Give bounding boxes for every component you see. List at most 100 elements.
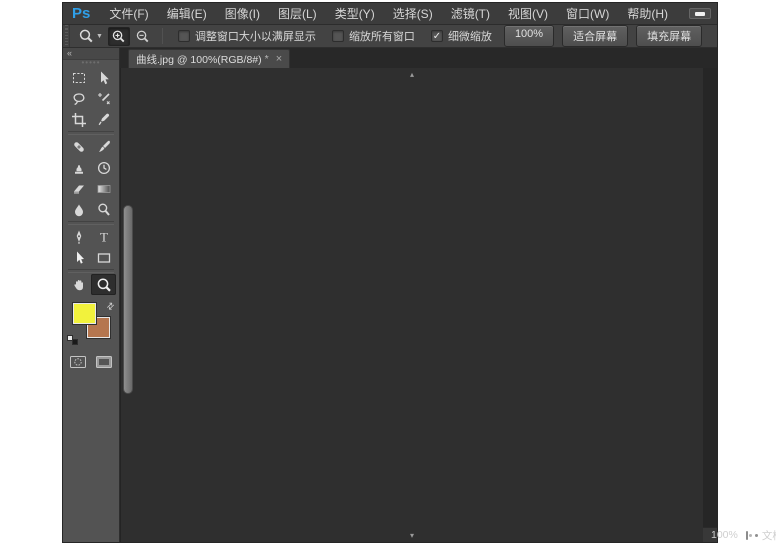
tool-magic-wand[interactable]	[91, 88, 116, 109]
photoshop-window: Ps 文件(F)编辑(E)图像(I)图层(L)类型(Y)选择(S)滤镜(T)视图…	[62, 2, 718, 543]
option-checkbox-label: 细微缩放	[448, 28, 492, 44]
tool-history-brush[interactable]	[91, 157, 116, 178]
scroll-up-icon[interactable]: ▴	[121, 68, 703, 81]
foreground-color-swatch[interactable]	[73, 303, 96, 324]
color-swatches: ⇄	[66, 301, 116, 347]
tool-eraser[interactable]	[66, 178, 91, 199]
option-checkbox-0[interactable]: 调整窗口大小以满屏显示	[178, 28, 316, 44]
menu-item-类型[interactable]: 类型(Y)	[326, 3, 384, 25]
tool-path-selection[interactable]	[66, 247, 91, 268]
tool-lasso[interactable]	[66, 88, 91, 109]
status-bar: 100% 文档:1.21M/1.21M ▶ ◂ ▸	[703, 527, 717, 542]
quick-mask-button[interactable]	[69, 355, 87, 368]
options-buttons: 100% 适合屏幕填充屏幕	[500, 25, 706, 47]
svg-text:T: T	[100, 229, 108, 244]
eraser-icon	[71, 181, 87, 197]
vertical-scroll-thumb[interactable]	[123, 205, 133, 394]
rectangle-shape-icon	[96, 250, 112, 266]
options-bar: ▼ 调整窗口大小以满屏显示 缩放所有窗口 ✓ 细微缩放 100% 适合屏幕填充屏幕	[63, 25, 717, 48]
brush-icon	[96, 139, 112, 155]
type-icon: T	[96, 229, 112, 245]
tool-hand[interactable]	[66, 274, 91, 295]
menu-item-图层[interactable]: 图层(L)	[269, 3, 326, 25]
document-tab[interactable]: 曲线.jpg @ 100%(RGB/8#) * ×	[128, 49, 290, 68]
tool-brush[interactable]	[91, 136, 116, 157]
gradient-icon	[96, 181, 112, 197]
options-checkboxes: 调整窗口大小以满屏显示 缩放所有窗口 ✓ 细微缩放	[170, 28, 500, 44]
tab-close-icon[interactable]: ×	[276, 54, 282, 64]
option-checkbox-label: 调整窗口大小以满屏显示	[195, 28, 316, 44]
menu-item-窗口[interactable]: 窗口(W)	[557, 3, 618, 25]
menu-items: 文件(F)编辑(E)图像(I)图层(L)类型(Y)选择(S)滤镜(T)视图(V)…	[100, 3, 677, 25]
checkbox-checked-icon[interactable]: ✓	[431, 30, 443, 42]
spot-healing-brush-icon	[71, 139, 87, 155]
lasso-icon	[71, 91, 87, 107]
vertical-scrollbar[interactable]: ▴ ▾	[120, 68, 703, 542]
zoom-icon	[96, 277, 112, 293]
status-zoom-level[interactable]: 100%	[703, 529, 746, 541]
menu-item-视图[interactable]: 视图(V)	[499, 3, 557, 25]
menu-item-滤镜[interactable]: 滤镜(T)	[442, 3, 499, 25]
quick-mask-icon	[70, 356, 86, 368]
hand-icon	[71, 277, 87, 293]
tool-eyedropper[interactable]	[91, 109, 116, 130]
menu-item-文件[interactable]: 文件(F)	[100, 3, 157, 25]
swap-colors-icon[interactable]: ⇄	[105, 300, 118, 313]
status-doc-info: 文档:1.21M/1.21M	[762, 528, 776, 543]
tool-clone-stamp[interactable]	[66, 157, 91, 178]
menu-item-选择[interactable]: 选择(S)	[384, 3, 442, 25]
history-brush-icon	[96, 160, 112, 176]
options-button-填充屏幕[interactable]: 填充屏幕	[636, 25, 702, 47]
option-checkbox-2[interactable]: ✓ 细微缩放	[431, 28, 492, 44]
option-checkbox-label: 缩放所有窗口	[349, 28, 415, 44]
zoom-out-icon	[135, 29, 150, 44]
zoom-out-button[interactable]	[132, 27, 154, 46]
tools-grip: •••••	[63, 60, 119, 67]
window-minimize-button[interactable]	[689, 8, 711, 19]
ps-logo: Ps	[63, 5, 100, 22]
chevron-down-icon: ▼	[96, 33, 103, 40]
rectangular-marquee-icon	[71, 70, 87, 86]
tool-dodge[interactable]	[91, 199, 116, 220]
tools-grid: T	[63, 67, 119, 295]
tool-gradient[interactable]	[91, 178, 116, 199]
tool-type[interactable]: T	[91, 226, 116, 247]
document-tab-title: 曲线.jpg @ 100%(RGB/8#)	[136, 52, 262, 67]
menu-item-编辑[interactable]: 编辑(E)	[158, 3, 216, 25]
zoom-in-icon	[111, 29, 126, 44]
modified-marker: *	[265, 53, 269, 65]
tool-move[interactable]	[91, 67, 116, 88]
option-checkbox-1[interactable]: 缩放所有窗口	[332, 28, 415, 44]
default-colors-icon[interactable]	[67, 335, 78, 345]
move-icon	[96, 70, 112, 86]
tools-divider	[68, 131, 114, 135]
tool-pen[interactable]	[66, 226, 91, 247]
dodge-icon	[96, 202, 112, 218]
screen-mode-icon	[96, 356, 112, 368]
options-button-适合屏幕[interactable]: 适合屏幕	[562, 25, 628, 47]
tab-bar: 曲线.jpg @ 100%(RGB/8#) * ×	[120, 48, 717, 68]
tools-divider	[68, 221, 114, 225]
options-separator	[162, 28, 163, 44]
tool-rectangular-marquee[interactable]	[66, 67, 91, 88]
tool-zoom[interactable]	[91, 274, 116, 295]
screen-mode-button[interactable]	[95, 355, 113, 368]
tool-crop[interactable]	[66, 109, 91, 130]
tool-spot-healing-brush[interactable]	[66, 136, 91, 157]
options-grip	[63, 25, 70, 47]
zoom-in-button[interactable]	[108, 27, 130, 46]
checkbox-icon[interactable]	[178, 30, 190, 42]
menu-item-帮助[interactable]: 帮助(H)	[618, 3, 677, 25]
tool-rectangle-shape[interactable]	[91, 247, 116, 268]
menu-item-图像[interactable]: 图像(I)	[216, 3, 269, 25]
document-area: 曲线.jpg @ 100%(RGB/8#) * ×	[120, 48, 717, 542]
checkbox-icon[interactable]	[332, 30, 344, 42]
clone-stamp-icon	[71, 160, 87, 176]
active-tool-preset[interactable]: ▼	[74, 28, 107, 44]
pen-icon	[71, 229, 87, 245]
canvas-pasteboard[interactable]	[703, 68, 717, 527]
scroll-down-icon[interactable]: ▾	[121, 529, 703, 542]
options-button-100pct[interactable]: 100%	[504, 25, 554, 47]
tool-blur[interactable]	[66, 199, 91, 220]
eyedropper-icon	[96, 112, 112, 128]
